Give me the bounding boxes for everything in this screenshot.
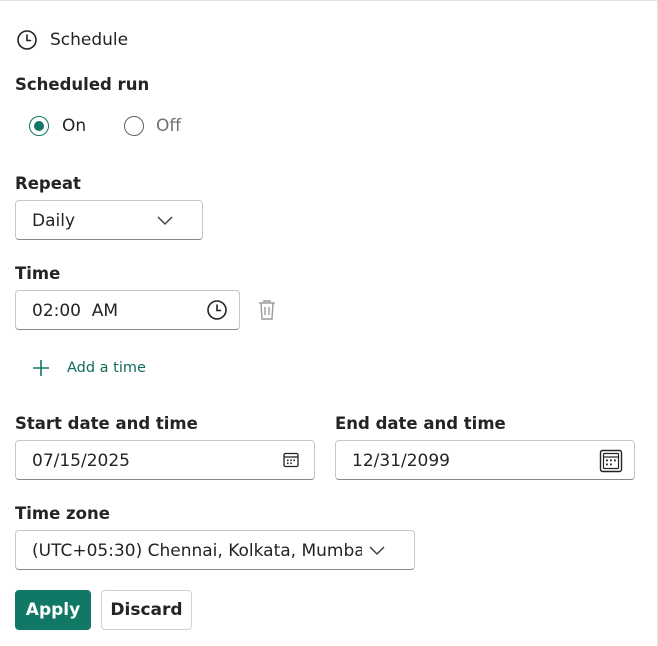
end-date-value: 12/31/2099 [352,451,450,471]
plus-icon[interactable] [31,358,51,382]
add-time-link[interactable]: Add a time [67,358,146,378]
calendar-icon[interactable] [282,451,300,473]
repeat-value: Daily [32,211,76,231]
timezone-dropdown[interactable]: (UTC+05:30) Chennai, Kolkata, Mumbai, Ne… [15,530,415,570]
repeat-dropdown[interactable]: Daily [15,200,203,240]
clock-icon[interactable] [206,299,228,325]
end-date-label: End date and time [335,414,506,433]
chevron-down-icon [156,211,174,229]
time-label: Time [15,264,61,283]
chevron-down-icon [368,541,386,559]
scheduled-run-on-radio[interactable] [29,116,49,136]
discard-button[interactable]: Discard [101,590,192,630]
start-date-label: Start date and time [15,414,198,433]
timezone-label: Time zone [15,504,110,523]
clock-icon [16,29,38,51]
start-date-value: 07/15/2025 [32,451,130,471]
page-title: Schedule [50,30,129,50]
scheduled-run-on-label[interactable]: On [62,115,86,137]
end-date-field[interactable]: 12/31/2099 [335,440,635,480]
scheduled-run-off-radio[interactable] [124,116,144,136]
scheduled-run-off-label[interactable]: Off [156,115,181,137]
schedule-panel: Schedule Scheduled run On Off Repeat Dai… [0,0,658,646]
time-field[interactable]: 02:00 AM [15,290,240,330]
delete-time-icon[interactable] [256,298,278,326]
start-date-field[interactable]: 07/15/2025 [15,440,315,480]
time-value: 02:00 AM [32,301,119,321]
apply-button[interactable]: Apply [15,590,91,630]
repeat-label: Repeat [15,174,81,193]
calendar-icon[interactable] [599,449,623,477]
timezone-value: (UTC+05:30) Chennai, Kolkata, Mumbai, Ne… [32,541,362,561]
scheduled-run-label: Scheduled run [15,75,150,94]
